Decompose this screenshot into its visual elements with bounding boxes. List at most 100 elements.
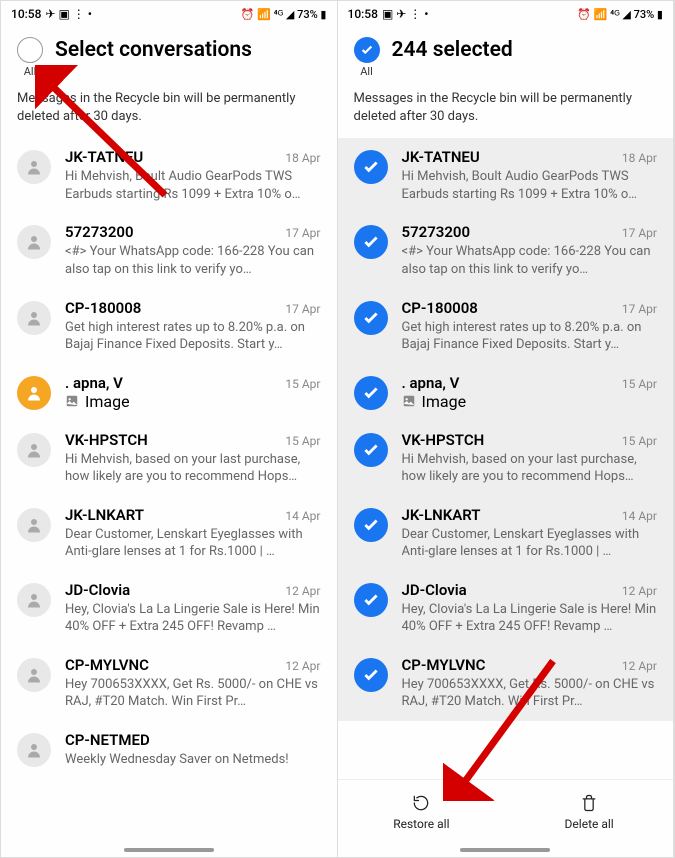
sender-name: . apna, V (402, 374, 460, 392)
sender-name: JD-Clovia (402, 581, 467, 599)
item-body: JK-LNKART 14 Apr Dear Customer, Lenskart E… (65, 506, 321, 561)
all-label: All (360, 65, 373, 78)
sender-name: 57273200 (65, 223, 134, 241)
conversation-item[interactable]: CP-MYLVNC12 AprHey 700653XXXX, Get Rs. 5… (1, 646, 337, 721)
checkbox-empty-icon (17, 37, 43, 63)
message-preview: Hey, Clovia's La La Lingerie Sale is Her… (65, 601, 321, 636)
message-date: 17 Apr (285, 226, 320, 240)
message-preview: Hi Mehvish, Boult Audio GearPods TWS Ear… (65, 168, 321, 203)
conversation-item[interactable]: . apna, V15 AprImage (1, 364, 337, 421)
message-date: 14 Apr (622, 509, 657, 523)
conversation-item[interactable]: CP-18000817 AprGet high interest rates u… (338, 289, 674, 364)
avatar-icon (17, 658, 51, 692)
item-body: . apna, V 15 AprImage (402, 374, 658, 411)
conversation-item[interactable]: CP-MYLVNC12 AprHey 700653XXXX, Get Rs. 5… (338, 646, 674, 721)
conversation-item[interactable]: . apna, V 15 AprImage (338, 364, 674, 421)
sender-name: JK-LNKART (65, 506, 144, 524)
message-preview: <#> Your WhatsApp code: 166-228 You can … (402, 243, 658, 278)
item-body: 57273200 17 Apr <#> Your WhatsApp code: 16… (402, 223, 658, 278)
selected-check-icon (354, 508, 388, 542)
trash-icon (579, 793, 599, 813)
conversation-item[interactable]: CP-NETMED Weekly Wednesday Saver on Netme… (1, 721, 337, 779)
message-preview: Get high interest rates up to 8.20% p.a.… (402, 319, 658, 354)
item-body: 5727320017 Apr<#> Your WhatsApp code: 16… (65, 223, 321, 278)
conversation-item[interactable]: 5727320017 Apr<#> Your WhatsApp code: 16… (1, 213, 337, 288)
item-body: JK-LNKART 14 Apr Dear Customer, Lenskart E… (402, 506, 658, 561)
select-all-checkbox[interactable]: All (17, 37, 43, 78)
sender-name: CP-NETMED (65, 731, 150, 749)
delete-all-button[interactable]: Delete all (505, 780, 673, 843)
message-date: 17 Apr (622, 302, 657, 316)
selection-header: All 244 selected (338, 27, 674, 90)
page-title: 244 selected (392, 37, 513, 62)
message-preview: Dear Customer, Lenskart Eyeglasses with … (402, 526, 658, 561)
sender-name: CP-180008 (65, 299, 141, 317)
message-preview: Hey 700653XXXX, Get Rs. 5000/- on CHE vs… (402, 676, 658, 711)
conversation-item[interactable]: VK-HPSTCH15 AprHi Mehvish, based on your… (338, 421, 674, 496)
conversation-list[interactable]: JK-TATNEU18 AprHi Mehvish, Boult Audio G… (338, 138, 674, 779)
sender-name: JK-LNKART (402, 506, 481, 524)
message-preview: Image (402, 392, 658, 411)
nav-bar (338, 843, 674, 857)
conversation-item[interactable]: VK-HPSTCH15 AprHi Mehvish, based on your… (1, 421, 337, 496)
message-preview: Hey 700653XXXX, Get Rs. 5000/- on CHE vs… (65, 676, 321, 711)
sender-name: CP-MYLVNC (402, 656, 486, 674)
status-icons-right: ⏰ 📶 ⁴ᴳ ◢ 73% ▮ (577, 8, 663, 21)
nav-bar (1, 843, 337, 857)
selection-header: All Select conversations (1, 27, 337, 90)
conversation-item[interactable]: JK-LNKART 14 Apr Dear Customer, Lenskart E… (338, 496, 674, 571)
message-preview: Hi Mehvish, based on your last purchase,… (402, 451, 658, 486)
message-date: 14 Apr (285, 509, 320, 523)
message-date: 15 Apr (285, 377, 320, 391)
avatar-icon (17, 583, 51, 617)
item-body: CP-MYLVNC12 AprHey 700653XXXX, Get Rs. 5… (65, 656, 321, 711)
page-title: Select conversations (55, 37, 252, 62)
message-preview: Weekly Wednesday Saver on Netmeds! (65, 751, 321, 769)
item-body: CP-NETMED Weekly Wednesday Saver on Netme… (65, 731, 321, 769)
message-date: 15 Apr (622, 377, 657, 391)
avatar-icon (17, 733, 51, 767)
avatar-icon (17, 376, 51, 410)
item-body: JK-TATNEU18 AprHi Mehvish, Boult Audio G… (65, 148, 321, 203)
avatar-icon (17, 508, 51, 542)
message-date: 15 Apr (622, 434, 657, 448)
conversation-item[interactable]: JD-Clovia 12 Apr Hey, Clovia's La La Linge… (1, 571, 337, 646)
message-preview: Hey, Clovia's La La Lingerie Sale is Her… (402, 601, 658, 636)
restore-all-button[interactable]: Restore all (338, 780, 506, 843)
sender-name: JK-TATNEU (402, 148, 480, 166)
checkbox-checked-icon (354, 37, 380, 63)
conversation-item[interactable]: 57273200 17 Apr <#> Your WhatsApp code: 16… (338, 213, 674, 288)
status-icons-left: ▣ ✈ ⋮ • (382, 7, 429, 21)
message-date: 12 Apr (285, 584, 320, 598)
recycle-info: Messages in the Recycle bin will be perm… (338, 90, 674, 138)
message-date: 18 Apr (285, 151, 320, 165)
status-icons-right: ⏰ 📶 ⁴ᴳ ◢ 73% ▮ (241, 8, 327, 21)
sender-name: JD-Clovia (65, 581, 130, 599)
selected-check-icon (354, 376, 388, 410)
conversation-list[interactable]: JK-TATNEU18 AprHi Mehvish, Boult Audio G… (1, 138, 337, 843)
phone-right: 10:58 ▣ ✈ ⋮ • ⏰ 📶 ⁴ᴳ ◢ 73% ▮ All 244 sel… (338, 1, 675, 857)
conversation-item[interactable]: JK-TATNEU18 AprHi Mehvish, Boult Audio G… (1, 138, 337, 213)
message-date: 17 Apr (622, 226, 657, 240)
select-all-checkbox[interactable]: All (354, 37, 380, 78)
status-time: 10:58 (348, 7, 378, 21)
status-time: 10:58 (11, 7, 41, 21)
item-body: JK-TATNEU18 AprHi Mehvish, Boult Audio G… (402, 148, 658, 203)
sender-name: VK-HPSTCH (65, 431, 148, 449)
restore-label: Restore all (393, 817, 449, 831)
status-bar: 10:58 ▣ ✈ ⋮ • ⏰ 📶 ⁴ᴳ ◢ 73% ▮ (338, 1, 674, 27)
sender-name: CP-MYLVNC (65, 656, 149, 674)
item-body: VK-HPSTCH15 AprHi Mehvish, based on your… (402, 431, 658, 486)
conversation-item[interactable]: JK-LNKART 14 Apr Dear Customer, Lenskart E… (1, 496, 337, 571)
selected-check-icon (354, 301, 388, 335)
conversation-item[interactable]: JD-Clovia12 AprHey, Clovia's La La Linge… (338, 571, 674, 646)
message-preview: Dear Customer, Lenskart Eyeglasses with … (65, 526, 321, 561)
conversation-item[interactable]: CP-18000817 AprGet high interest rates u… (1, 289, 337, 364)
item-body: CP-18000817 AprGet high interest rates u… (402, 299, 658, 354)
avatar-icon (17, 301, 51, 335)
phone-left: 10:58 ✈ ▣ ⋮ • ⏰ 📶 ⁴ᴳ ◢ 73% ▮ All Select … (1, 1, 338, 857)
conversation-item[interactable]: JK-TATNEU18 AprHi Mehvish, Boult Audio G… (338, 138, 674, 213)
item-body: CP-MYLVNC12 AprHey 700653XXXX, Get Rs. 5… (402, 656, 658, 711)
avatar-icon (17, 150, 51, 184)
sender-name: 57273200 (402, 223, 471, 241)
